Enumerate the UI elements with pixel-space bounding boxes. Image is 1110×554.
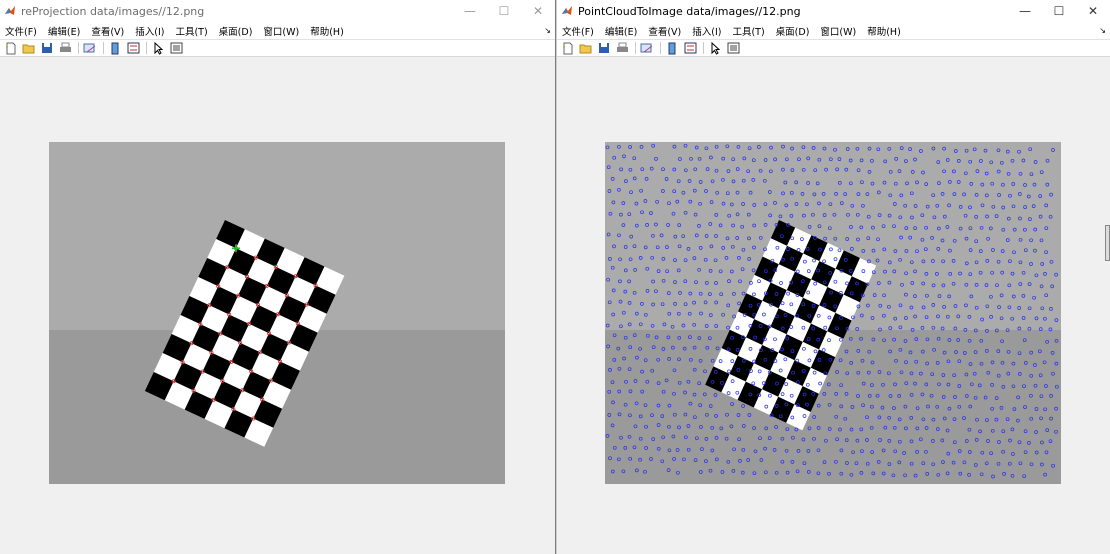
menu-file[interactable]: 文件(F) — [562, 24, 594, 38]
menu-edit[interactable]: 编辑(E) — [48, 24, 80, 38]
minimize-button[interactable]: — — [1008, 0, 1042, 22]
menu-help[interactable]: 帮助(H) — [867, 24, 901, 38]
link-plot-icon[interactable] — [82, 41, 98, 55]
print-icon[interactable] — [614, 41, 630, 55]
reprojection-image — [49, 142, 505, 484]
window-title: reProjection data/images//12.png — [21, 4, 205, 18]
menu-insert[interactable]: 插入(I) — [135, 24, 164, 38]
legend-icon[interactable] — [682, 41, 698, 55]
property-inspector-icon[interactable] — [168, 41, 184, 55]
toolbar-separator — [78, 42, 79, 54]
figure-window-reprojection[interactable]: reProjection data/images//12.png — ☐ ✕ 文… — [0, 0, 556, 554]
toolbar-separator — [103, 42, 104, 54]
matlab-icon — [562, 6, 572, 15]
save-icon[interactable] — [39, 41, 55, 55]
minimize-button[interactable]: — — [453, 0, 487, 22]
open-file-icon[interactable] — [21, 41, 37, 55]
figure-window-pointcloud[interactable]: PointCloudToImage data/images//12.png — … — [556, 0, 1110, 554]
pointcloud-projection-image — [605, 142, 1061, 484]
new-figure-icon[interactable] — [3, 41, 19, 55]
menu-insert[interactable]: 插入(I) — [692, 24, 721, 38]
open-file-icon[interactable] — [578, 41, 594, 55]
menu-edit[interactable]: 编辑(E) — [605, 24, 637, 38]
colorbar-icon[interactable] — [107, 41, 123, 55]
close-button[interactable]: ✕ — [521, 0, 555, 22]
menu-bar: 文件(F) 编辑(E) 查看(V) 插入(I) 工具(T) 桌面(D) 窗口(W… — [557, 22, 1110, 39]
menu-overflow-icon[interactable]: ↘ — [544, 26, 551, 35]
colorbar-icon[interactable] — [664, 41, 680, 55]
menu-tools[interactable]: 工具(T) — [732, 24, 764, 38]
new-figure-icon[interactable] — [560, 41, 576, 55]
maximize-button[interactable]: ☐ — [1042, 0, 1076, 22]
menu-view[interactable]: 查看(V) — [648, 24, 681, 38]
title-bar[interactable]: PointCloudToImage data/images//12.png — … — [557, 0, 1110, 22]
menu-help[interactable]: 帮助(H) — [310, 24, 344, 38]
title-bar[interactable]: reProjection data/images//12.png — ☐ ✕ — [0, 0, 555, 22]
toolbar-separator — [660, 42, 661, 54]
maximize-button[interactable]: ☐ — [487, 0, 521, 22]
toolbar-separator — [146, 42, 147, 54]
print-icon[interactable] — [57, 41, 73, 55]
menu-window[interactable]: 窗口(W) — [820, 24, 856, 38]
window-title: PointCloudToImage data/images//12.png — [578, 4, 801, 18]
pointer-icon[interactable] — [150, 41, 166, 55]
figure-toolbar — [557, 39, 1110, 57]
toolbar-separator — [635, 42, 636, 54]
link-plot-icon[interactable] — [639, 41, 655, 55]
toolbar-separator — [703, 42, 704, 54]
legend-icon[interactable] — [125, 41, 141, 55]
menu-window[interactable]: 窗口(W) — [263, 24, 299, 38]
menu-bar: 文件(F) 编辑(E) 查看(V) 插入(I) 工具(T) 桌面(D) 窗口(W… — [0, 22, 555, 39]
property-inspector-icon[interactable] — [725, 41, 741, 55]
menu-overflow-icon[interactable]: ↘ — [1099, 26, 1106, 35]
menu-desktop[interactable]: 桌面(D) — [776, 24, 810, 38]
menu-file[interactable]: 文件(F) — [5, 24, 37, 38]
close-button[interactable]: ✕ — [1076, 0, 1110, 22]
matlab-icon — [5, 6, 15, 15]
pointer-icon[interactable] — [707, 41, 723, 55]
menu-tools[interactable]: 工具(T) — [175, 24, 207, 38]
figure-toolbar — [0, 39, 555, 57]
save-icon[interactable] — [596, 41, 612, 55]
menu-desktop[interactable]: 桌面(D) — [219, 24, 253, 38]
menu-view[interactable]: 查看(V) — [91, 24, 124, 38]
scrollbar-thumb[interactable] — [1105, 225, 1110, 261]
